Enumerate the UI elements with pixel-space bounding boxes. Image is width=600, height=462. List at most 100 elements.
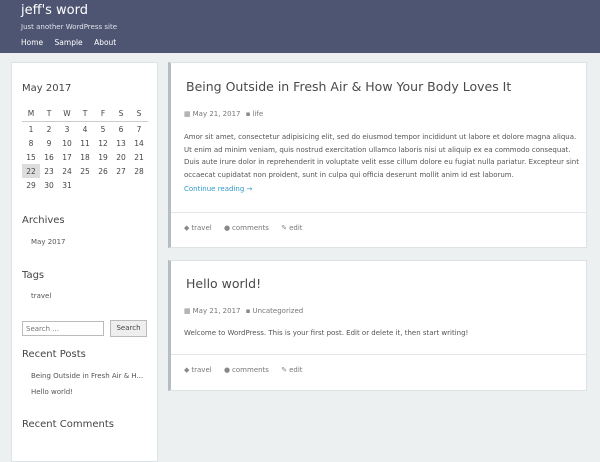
calendar-day: 22 <box>22 164 40 178</box>
post-category[interactable]: life <box>252 110 263 118</box>
calendar-icon: ▦ <box>184 307 191 315</box>
post-card: Being Outside in Fresh Air & How Your Bo… <box>168 62 587 248</box>
archives-title: Archives <box>22 215 65 226</box>
post-divider <box>171 354 587 355</box>
post-tag-link[interactable]: ◆ travel <box>184 224 212 232</box>
tags-title: Tags <box>22 270 45 281</box>
calendar-day: 10 <box>62 138 72 148</box>
post-tag-label: travel <box>191 366 212 374</box>
calendar-empty-cell <box>112 178 130 192</box>
calendar-empty-cell <box>94 178 112 192</box>
calendar-day: 16 <box>44 152 54 162</box>
post-tag-link[interactable]: ◆ travel <box>184 366 212 374</box>
calendar-day: 5 <box>100 124 106 134</box>
post-date[interactable]: May 21, 2017 <box>193 307 241 315</box>
post-footer: ◆ travel ● comments ✎ edit <box>184 366 313 374</box>
calendar-day: 11 <box>80 138 90 148</box>
calendar-empty-cell <box>76 178 94 192</box>
edit-icon: ✎ <box>281 366 288 374</box>
continue-reading-link[interactable]: Continue reading → <box>184 185 252 193</box>
weekday: S <box>130 105 148 122</box>
calendar-day: 7 <box>136 124 142 134</box>
site-tagline: Just another WordPress site <box>21 23 118 31</box>
weekday: W <box>58 105 76 122</box>
calendar-day: 31 <box>62 180 72 190</box>
post-meta: ▦ May 21, 2017 ▪ Uncategorized <box>184 307 303 315</box>
weekday: T <box>76 105 94 122</box>
calendar-day: 24 <box>62 166 72 176</box>
archive-link[interactable]: May 2017 <box>31 238 66 246</box>
search-button[interactable]: Search <box>110 320 147 337</box>
tag-icon: ◆ <box>184 366 190 374</box>
post-comments-link[interactable]: ● comments <box>224 366 269 374</box>
calendar-day: 12 <box>98 138 108 148</box>
calendar-title: May 2017 <box>22 83 72 94</box>
post-meta: ▦ May 21, 2017 ▪ life <box>184 110 263 118</box>
site-title[interactable]: jeff's word <box>21 3 88 18</box>
weekday: F <box>94 105 112 122</box>
calendar-day: 13 <box>116 138 126 148</box>
calendar-day: 29 <box>26 180 36 190</box>
calendar-day: 21 <box>134 152 144 162</box>
search-input[interactable] <box>22 321 104 336</box>
calendar-day: 8 <box>28 138 34 148</box>
folder-icon: ▪ <box>245 110 251 118</box>
post-comments-label: comments <box>232 224 269 232</box>
post-edit-label: edit <box>289 366 303 374</box>
nav-about[interactable]: About <box>94 38 116 47</box>
calendar-day: 6 <box>118 124 124 134</box>
weekday: M <box>22 105 40 122</box>
calendar-day: 23 <box>44 166 54 176</box>
calendar-day: 28 <box>134 166 144 176</box>
post-divider <box>171 212 587 213</box>
tag-icon: ◆ <box>184 224 190 232</box>
post-title[interactable]: Hello world! <box>186 276 261 291</box>
post-category[interactable]: Uncategorized <box>252 307 303 315</box>
calendar-day: 9 <box>46 138 52 148</box>
calendar-empty-cell <box>130 178 148 192</box>
calendar-body: 1 2 3 4 5 6 7 8 9 10 11 12 13 14 15 16 17 18 19 20 21 22 23 24 2… <box>22 122 148 193</box>
calendar-day: 20 <box>116 152 126 162</box>
calendar-day: 1 <box>28 124 34 134</box>
post-footer: ◆ travel ● comments ✎ edit <box>184 224 313 232</box>
post-comments-link[interactable]: ● comments <box>224 224 269 232</box>
calendar-day: 2 <box>46 124 52 134</box>
calendar-weekday-row: M T W T F S S <box>22 105 148 122</box>
comment-icon: ● <box>223 366 231 374</box>
calendar-day: 19 <box>98 152 108 162</box>
site-header: jeff's word Just another WordPress site … <box>0 0 600 53</box>
calendar-week-row: 8 9 10 11 12 13 14 <box>22 136 148 150</box>
post-tag-label: travel <box>191 224 212 232</box>
post-title[interactable]: Being Outside in Fresh Air & How Your Bo… <box>186 79 511 94</box>
folder-icon: ▪ <box>245 307 251 315</box>
calendar-day: 30 <box>44 180 54 190</box>
nav-home[interactable]: Home <box>21 38 43 47</box>
calendar-table: M T W T F S S 1 2 3 4 5 6 7 8 9 10 11 12 13 14 15 16 17 1… <box>22 105 148 192</box>
main-nav: Home Sample About <box>21 38 125 47</box>
post-edit-link[interactable]: ✎ edit <box>281 224 302 232</box>
post-body: Amor sit amet, consectetur adipisicing e… <box>184 133 579 179</box>
post-body: Welcome to WordPress. This is your first… <box>184 329 469 337</box>
recent-posts-title: Recent Posts <box>22 349 86 360</box>
post-edit-label: edit <box>289 224 303 232</box>
calendar-day: 26 <box>98 166 108 176</box>
comment-icon: ● <box>223 224 231 232</box>
calendar-week-row: 29 30 31 <box>22 178 148 192</box>
nav-sample[interactable]: Sample <box>55 38 83 47</box>
calendar-week-row: 22 23 24 25 26 27 28 <box>22 164 148 178</box>
calendar-day: 18 <box>80 152 90 162</box>
recent-post-link[interactable]: Being Outside in Fresh Air & H... <box>31 372 143 380</box>
calendar-icon: ▦ <box>184 110 191 118</box>
calendar-day: 27 <box>116 166 126 176</box>
calendar-day: 14 <box>134 138 144 148</box>
calendar-day: 4 <box>82 124 88 134</box>
calendar-week-row: 15 16 17 18 19 20 21 <box>22 150 148 164</box>
calendar-week-row: 1 2 3 4 5 6 7 <box>22 122 148 137</box>
calendar-day: 3 <box>64 124 70 134</box>
post-comments-label: comments <box>232 366 269 374</box>
post-date[interactable]: May 21, 2017 <box>193 110 241 118</box>
tag-link-travel[interactable]: travel <box>31 292 51 300</box>
calendar-day: 15 <box>26 152 36 162</box>
recent-post-link[interactable]: Hello world! <box>31 388 73 396</box>
post-edit-link[interactable]: ✎ edit <box>281 366 302 374</box>
